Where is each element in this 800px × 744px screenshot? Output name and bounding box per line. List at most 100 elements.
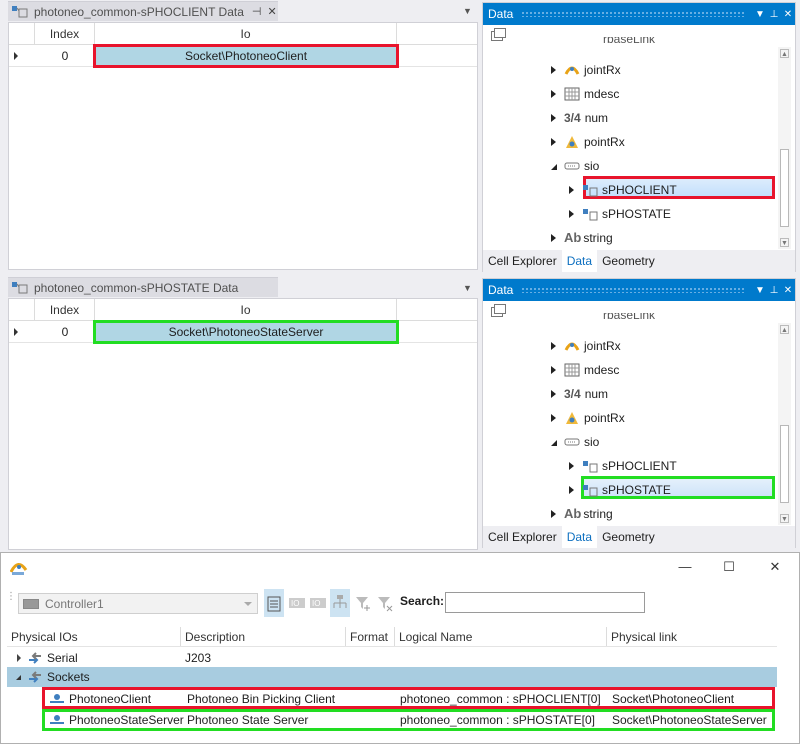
tree-item-pointrx[interactable]: pointRx [551, 407, 625, 429]
column-header-io[interactable]: Io [95, 299, 397, 321]
remove-io-button[interactable]: IO [308, 589, 328, 617]
tree-item-mdesc[interactable]: mdesc [551, 359, 619, 381]
group-row-sockets[interactable]: Sockets [7, 667, 777, 687]
expand-arrow-icon[interactable] [551, 390, 556, 398]
tree-item-pointrx[interactable]: pointRx [551, 131, 625, 153]
tree-item-sio[interactable]: sio [551, 155, 599, 177]
expand-arrow-icon[interactable] [551, 414, 556, 422]
network-button[interactable] [330, 589, 350, 617]
tab-data[interactable]: Data [561, 250, 598, 272]
search-label: Search: [400, 594, 445, 608]
tree-item-num[interactable]: 3/4 num [551, 107, 608, 129]
column-header-io[interactable]: Io [95, 23, 397, 45]
filter-clear-button[interactable] [375, 589, 395, 617]
row-indicator-icon [14, 52, 18, 60]
collapse-all-icon[interactable] [491, 304, 506, 317]
expand-arrow-icon[interactable] [551, 234, 556, 242]
close-icon[interactable]: ✕ [781, 285, 795, 296]
close-icon[interactable]: ✕ [781, 9, 795, 20]
drag-grip[interactable] [521, 11, 745, 17]
tab-dropdown-icon[interactable]: ▼ [463, 283, 472, 293]
grid-header: Index Io [9, 23, 477, 45]
column-header-physical-ios[interactable]: Physical IOs [7, 627, 181, 647]
minimize-button[interactable]: — [675, 559, 695, 574]
svg-text:IO: IO [291, 599, 299, 608]
tree-item-num[interactable]: 3/4 num [551, 383, 608, 405]
tree-item-partial: rbaseLink [603, 37, 656, 46]
scroll-down-icon[interactable]: ▼ [780, 514, 789, 523]
expand-arrow-icon[interactable] [17, 654, 21, 662]
filter-add-button[interactable] [353, 589, 373, 617]
expand-arrow-icon[interactable] [569, 210, 574, 218]
io-cell[interactable]: Socket\PhotoneoClient [93, 44, 399, 68]
tree-item-sio[interactable]: sio [551, 431, 599, 453]
vertical-scrollbar[interactable]: ▲ ▼ [778, 47, 791, 249]
tab-geometry[interactable]: Geometry [597, 250, 660, 272]
column-header-physical-link[interactable]: Physical link [607, 627, 777, 647]
index-cell[interactable]: 0 [35, 45, 95, 67]
tab-sphoclient-data[interactable]: photoneo_common-sPHOCLIENT Data ⊣ ✕ [8, 1, 278, 21]
scroll-down-icon[interactable]: ▼ [780, 238, 789, 247]
vertical-scrollbar[interactable]: ▲ ▼ [778, 323, 791, 525]
column-header-index[interactable]: Index [35, 23, 95, 45]
tree-item-sphostate[interactable]: sPHOSTATE [569, 203, 671, 225]
pin-icon[interactable]: ⊥ [767, 9, 781, 20]
close-icon[interactable]: ✕ [267, 5, 276, 18]
tab-geometry[interactable]: Geometry [597, 526, 660, 548]
group-row-serial[interactable]: Serial J203 [7, 648, 777, 668]
tab-data[interactable]: Data [561, 526, 598, 548]
scroll-thumb[interactable] [780, 149, 789, 227]
pin-icon[interactable]: ⊣ [252, 5, 262, 18]
drag-grip[interactable] [521, 287, 745, 293]
add-io-button[interactable]: IO [287, 589, 307, 617]
controller-icon [23, 598, 39, 609]
expand-arrow-icon[interactable] [551, 114, 556, 122]
tree-item-jointrx[interactable]: jointRx [551, 335, 621, 357]
close-button[interactable]: ✕ [765, 559, 785, 575]
dropdown-icon[interactable]: ▼ [753, 285, 767, 296]
expand-arrow-icon[interactable] [551, 138, 556, 146]
collapse-all-icon[interactable] [491, 28, 506, 41]
tree-item-string[interactable]: Ab string [551, 227, 613, 249]
tab-cell-explorer[interactable]: Cell Explorer [483, 526, 562, 548]
index-cell[interactable]: 0 [35, 321, 95, 343]
expand-arrow-icon[interactable] [551, 66, 556, 74]
tab-sphostate-data[interactable]: photoneo_common-sPHOSTATE Data [8, 277, 278, 297]
tree-item-string[interactable]: Ab string [551, 503, 613, 525]
tree-item-sphoclient[interactable]: sPHOCLIENT [569, 179, 677, 201]
tree-item-mdesc[interactable]: mdesc [551, 83, 619, 105]
tab-dropdown-icon[interactable]: ▼ [463, 6, 472, 16]
tree-item-jointrx[interactable]: jointRx [551, 59, 621, 81]
scroll-thumb[interactable] [780, 425, 789, 503]
scroll-up-icon[interactable]: ▲ [780, 325, 789, 334]
column-header-description[interactable]: Description [181, 627, 346, 647]
expand-arrow-icon[interactable] [551, 510, 556, 518]
expand-arrow-icon[interactable] [569, 486, 574, 494]
table-row[interactable]: 0 Socket\PhotoneoClient [9, 44, 477, 68]
controller-select[interactable]: Controller1 [18, 593, 258, 614]
column-header-logical-name[interactable]: Logical Name [395, 627, 607, 647]
expand-arrow-icon[interactable] [551, 366, 556, 374]
tab-cell-explorer[interactable]: Cell Explorer [483, 250, 562, 272]
data-panel-bottom: Data ▼ ⊥ ✕ rbaseLink jointRx mdesc 3/4 n… [482, 278, 796, 548]
expand-arrow-icon[interactable] [569, 186, 574, 194]
io-link-icon [27, 669, 43, 691]
view-list-button[interactable] [264, 589, 284, 617]
maximize-button[interactable]: ☐ [719, 559, 739, 575]
expand-arrow-icon[interactable] [569, 462, 574, 470]
expand-arrow-icon[interactable] [551, 90, 556, 98]
pin-icon[interactable]: ⊥ [767, 285, 781, 296]
tree-item-sphostate[interactable]: sPHOSTATE [569, 479, 671, 501]
column-header-index[interactable]: Index [35, 299, 95, 321]
collapse-arrow-icon[interactable] [16, 675, 21, 680]
tree-item-sphoclient[interactable]: sPHOCLIENT [569, 455, 677, 477]
search-input[interactable] [445, 592, 645, 613]
scroll-up-icon[interactable]: ▲ [780, 49, 789, 58]
collapse-arrow-icon[interactable] [551, 164, 557, 170]
collapse-arrow-icon[interactable] [551, 440, 557, 446]
table-row[interactable]: 0 Socket\PhotoneoStateServer [9, 320, 477, 344]
expand-arrow-icon[interactable] [551, 342, 556, 350]
dropdown-icon[interactable]: ▼ [753, 9, 767, 20]
column-header-format[interactable]: Format [346, 627, 395, 647]
io-cell[interactable]: Socket\PhotoneoStateServer [93, 320, 399, 344]
